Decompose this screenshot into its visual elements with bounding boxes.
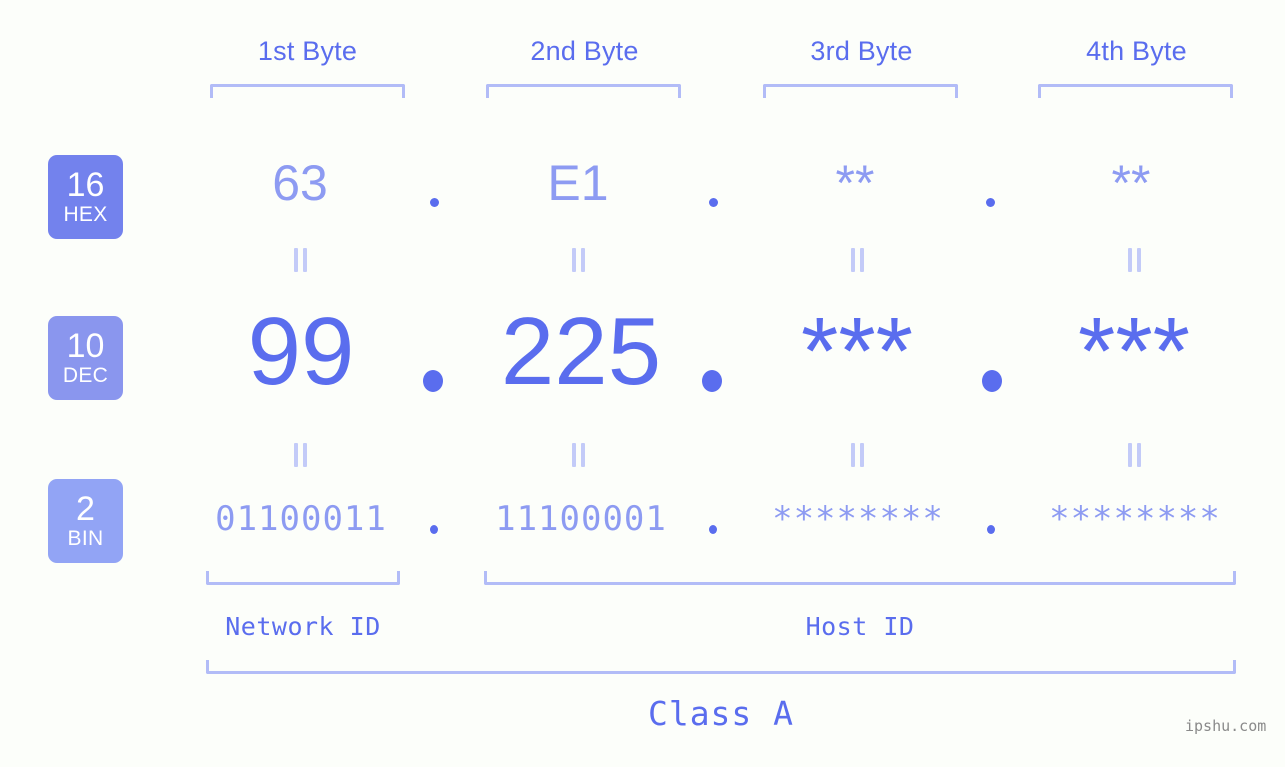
base-badge-bin-number: 2 — [76, 490, 95, 528]
dec-byte-2: 225 — [500, 298, 662, 405]
network-id-bracket — [206, 571, 400, 585]
base-badge-hex-name: HEX — [63, 203, 108, 226]
base-badge-bin-name: BIN — [67, 527, 104, 550]
byte-header-3: 3rd Byte — [810, 36, 913, 66]
watermark-ipshu: ipshu.com — [1185, 717, 1267, 735]
hex-byte-2: E1 — [547, 155, 609, 211]
base-badge-bin: 2 BIN — [48, 479, 123, 563]
bin-separator-3 — [987, 525, 995, 534]
equals-connector-hex-dec-2 — [572, 248, 586, 272]
byte-header-2: 2nd Byte — [530, 36, 639, 66]
bin-byte-2: 11100001 — [495, 499, 667, 539]
dec-separator-3 — [982, 370, 1002, 392]
byte-header-4: 4th Byte — [1086, 36, 1187, 66]
hex-byte-1: 63 — [272, 155, 328, 211]
host-id-bracket — [484, 571, 1236, 585]
equals-connector-dec-bin-4 — [1128, 443, 1142, 467]
bin-byte-3: ******** — [772, 499, 944, 539]
equals-connector-hex-dec-4 — [1128, 248, 1142, 272]
bin-separator-1 — [430, 525, 438, 534]
byte-bracket-2 — [486, 84, 681, 98]
hex-separator-3 — [986, 198, 995, 207]
equals-connector-hex-dec-1 — [294, 248, 308, 272]
equals-connector-dec-bin-3 — [851, 443, 865, 467]
equals-connector-dec-bin-2 — [572, 443, 586, 467]
hex-separator-1 — [430, 198, 439, 207]
byte-header-1: 1st Byte — [257, 36, 358, 66]
bin-byte-4: ******** — [1049, 499, 1221, 539]
base-badge-dec: 10 DEC — [48, 316, 123, 400]
base-badge-dec-number: 10 — [66, 327, 105, 365]
network-id-label: Network ID — [225, 612, 381, 641]
hex-byte-4: ** — [1111, 155, 1151, 211]
ip-breakdown-diagram: 1st Byte 2nd Byte 3rd Byte 4th Byte 16 H… — [0, 0, 1285, 767]
equals-connector-dec-bin-1 — [294, 443, 308, 467]
base-badge-dec-name: DEC — [62, 364, 109, 387]
bin-separator-2 — [709, 525, 717, 534]
equals-connector-hex-dec-3 — [851, 248, 865, 272]
byte-bracket-3 — [763, 84, 958, 98]
byte-bracket-4 — [1038, 84, 1233, 98]
byte-bracket-1 — [210, 84, 405, 98]
hex-separator-2 — [709, 198, 718, 207]
base-badge-hex-number: 16 — [66, 166, 105, 204]
class-bracket — [206, 660, 1236, 674]
dec-separator-2 — [702, 370, 722, 392]
hex-byte-3: ** — [835, 155, 875, 211]
dec-separator-1 — [423, 370, 443, 392]
base-badge-hex: 16 HEX — [48, 155, 123, 239]
dec-byte-4: *** — [1077, 298, 1191, 405]
dec-byte-1: 99 — [247, 298, 355, 405]
host-id-label: Host ID — [805, 612, 915, 641]
class-label: Class A — [647, 694, 795, 733]
bin-byte-1: 01100011 — [215, 499, 387, 539]
dec-byte-3: *** — [800, 298, 914, 405]
